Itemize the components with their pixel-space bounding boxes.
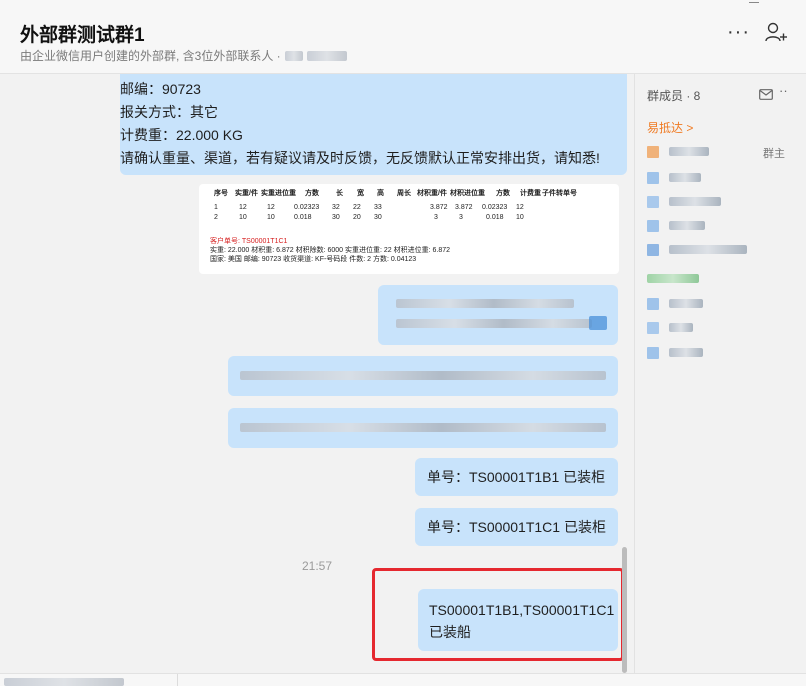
message-list[interactable]: 邮编：90723 报关方式：其它 计费重：22.000 KG 请确认重量、渠道，…	[0, 74, 634, 673]
redacted-tab-label	[4, 678, 124, 686]
highlight-box	[372, 568, 624, 661]
redacted-message-bubble[interactable]	[228, 408, 618, 448]
member-item[interactable]	[647, 298, 757, 310]
redacted-message-bubble[interactable]	[378, 285, 618, 345]
window-minimize-indicator[interactable]	[749, 2, 759, 3]
company-link[interactable]: 易抵达 >	[647, 119, 693, 136]
redacted-message-bubble[interactable]	[228, 356, 618, 396]
message-line: 请确认重量、渠道，若有疑议请及时反馈，无反馈默认正常安排出货，请知悉!	[120, 150, 600, 166]
member-count-label: 群成员 · 8	[647, 89, 701, 103]
message-bubble-loaded-b1[interactable]: 单号：TS00001T1B1 已装柜	[415, 458, 618, 496]
redacted-contact-name	[306, 50, 347, 61]
group-title: 外部群测试群1	[20, 25, 145, 46]
member-panel: 群成员 · 8 ·· 易抵达 > 群主	[634, 74, 806, 673]
redacted-contact-name	[284, 50, 303, 61]
avatar	[647, 244, 659, 256]
image-summary-line: 国家: 美国 邮编: 90723 收货渠道: KF-号码段 件数: 2 方数: …	[210, 256, 417, 263]
redacted-member-name	[669, 348, 703, 357]
redacted-member-name	[669, 221, 705, 230]
avatar	[647, 322, 659, 334]
member-item[interactable]	[647, 196, 757, 208]
chat-window: 外部群测试群1 由企业微信用户创建的外部群, 含3位外部联系人 · ··· 邮编…	[0, 0, 806, 686]
redacted-member-name	[669, 147, 709, 156]
group-subtitle: 由企业微信用户创建的外部群, 含3位外部联系人 ·	[20, 47, 347, 64]
more-options-button[interactable]: ···	[727, 21, 750, 44]
bottom-bar	[0, 673, 806, 686]
avatar	[647, 347, 659, 359]
add-member-icon[interactable]	[764, 20, 788, 44]
bottom-tab[interactable]	[0, 674, 178, 686]
message-line: 计费重：22.000 KG	[120, 127, 243, 143]
message-bubble-loaded-c1[interactable]: 单号：TS00001T1C1 已装柜	[415, 508, 618, 546]
owner-badge: 群主	[763, 148, 785, 160]
message-line: 邮编：90723	[120, 81, 201, 97]
avatar	[647, 298, 659, 310]
redacted-member-name	[669, 299, 703, 308]
message-line: 报关方式：其它	[120, 104, 218, 120]
redacted-member-name	[669, 173, 701, 182]
redacted-member-name	[669, 323, 693, 332]
customer-order-number: 客户单号: TS00001T1C1	[210, 238, 288, 245]
group-subtitle-text: 由企业微信用户创建的外部群, 含3位外部联系人 ·	[20, 49, 281, 63]
message-bubble-order-details[interactable]: 邮编：90723 报关方式：其它 计费重：22.000 KG 请确认重量、渠道，…	[120, 74, 627, 175]
avatar	[647, 172, 659, 184]
redacted-group-label	[647, 274, 699, 283]
redacted-member-name	[669, 197, 721, 206]
image-summary-line: 实重: 22.000 材积重: 6.872 材积除数: 6000 实重进位重: …	[210, 247, 451, 254]
member-item[interactable]	[647, 322, 757, 334]
avatar	[647, 146, 659, 158]
member-item[interactable]	[647, 244, 777, 256]
member-item[interactable]	[647, 220, 757, 232]
redacted-member-name	[669, 245, 747, 254]
member-item[interactable]	[647, 347, 757, 359]
members-more-button[interactable]: ··	[779, 83, 788, 98]
avatar	[647, 196, 659, 208]
member-item[interactable]	[647, 172, 757, 184]
member-item[interactable]	[647, 146, 757, 158]
mail-icon[interactable]	[759, 87, 773, 100]
chat-header: 外部群测试群1 由企业微信用户创建的外部群, 含3位外部联系人 · ···	[0, 0, 806, 74]
message-scrollbar[interactable]	[622, 547, 627, 673]
avatar	[647, 220, 659, 232]
order-image-attachment[interactable]: 序号 实重/件 实重进位重 方数 长 宽 高 周长 材积重/件 材积进位重 方数…	[199, 184, 619, 274]
message-timestamp: 21:57	[302, 559, 333, 573]
